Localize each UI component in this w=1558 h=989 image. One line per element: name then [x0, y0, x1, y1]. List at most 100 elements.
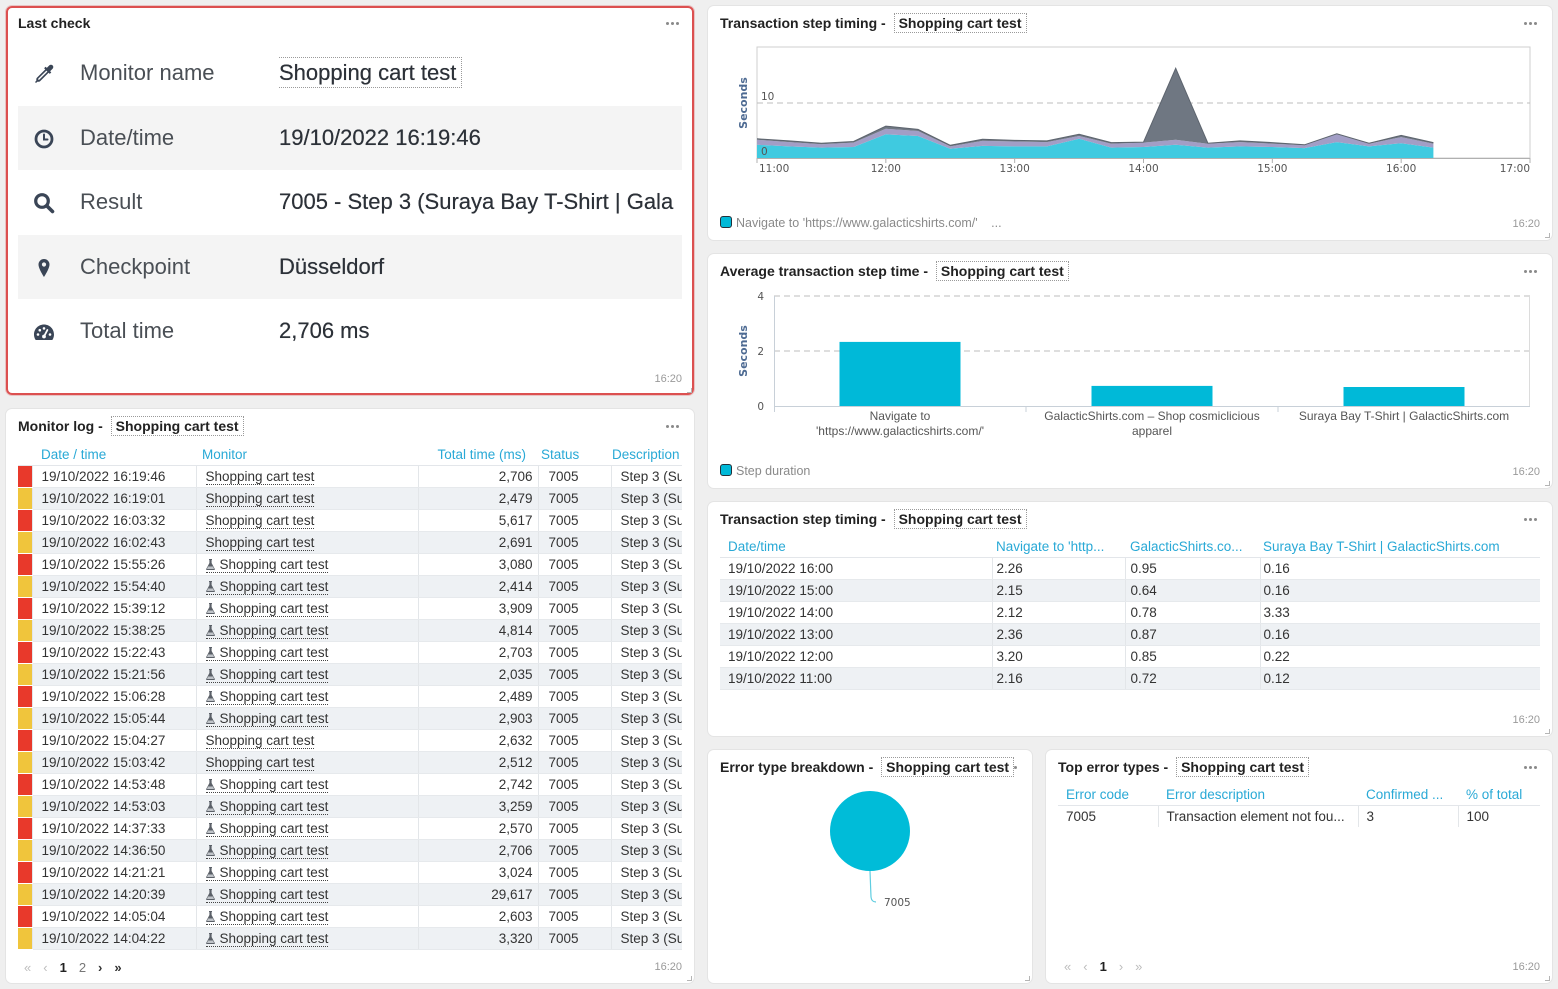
table-row[interactable]: 19/10/2022 15:55:26 Shopping cart test 3,0… — [18, 553, 682, 576]
monitor-link[interactable]: Shopping cart test — [205, 777, 329, 793]
column-header-error-description[interactable]: Error description — [1158, 784, 1358, 806]
monitor-link[interactable]: Shopping cart test — [205, 491, 315, 507]
bar[interactable] — [1343, 387, 1465, 406]
more-options-icon[interactable] — [1524, 766, 1538, 770]
table-row[interactable]: 19/10/2022 15:03:42 Shopping cart test 2,5… — [18, 751, 682, 774]
column-header-status[interactable]: Status — [538, 444, 611, 466]
bar[interactable] — [839, 341, 961, 406]
more-options-icon[interactable] — [1524, 518, 1538, 522]
step-timing-area-chart: 11:00 12:00 13:00 14:00 15:00 16:00 17:00 0 10 Se… — [737, 46, 1531, 175]
table-row[interactable]: 19/10/2022 15:04:27 Shopping cart test 2,6… — [18, 729, 682, 752]
monitor-link[interactable]: Shopping cart test — [205, 865, 329, 881]
previous-page-button[interactable]: ‹ — [43, 960, 47, 975]
table-row[interactable]: 19/10/2022 15:05:44 Shopping cart test 2,9… — [18, 707, 682, 730]
monitor-link[interactable]: Shopping cart test — [205, 645, 329, 661]
resize-handle[interactable] — [1545, 729, 1550, 734]
chart-legend[interactable]: Navigate to 'https://www.galacticshirts.… — [720, 216, 1002, 230]
chart-legend[interactable]: Step duration — [720, 464, 810, 478]
monitor-link[interactable]: Shopping cart test — [205, 711, 329, 727]
previous-page-button[interactable]: ‹ — [1083, 959, 1087, 974]
table-row[interactable]: 19/10/2022 15:39:12 Shopping cart test 3,9… — [18, 597, 682, 620]
table-row[interactable]: 19/10/2022 15:22:43 Shopping cart test 2,7… — [18, 641, 682, 664]
column-header-confirmed[interactable]: Confirmed ... — [1358, 784, 1458, 806]
monitor-link[interactable]: Shopping cart test — [205, 535, 315, 551]
table-row[interactable]: 19/10/2022 14:20:39 Shopping cart test 29,… — [18, 883, 682, 906]
first-page-button[interactable]: « — [1064, 959, 1071, 974]
column-header-suraya-bay[interactable]: Suraya Bay T-Shirt | GalacticShirts.com — [1260, 536, 1540, 558]
monitor-link[interactable]: Shopping cart test — [205, 887, 329, 903]
resize-handle[interactable] — [1545, 976, 1550, 981]
monitor-link[interactable]: Shopping cart test — [205, 733, 315, 749]
monitor-link[interactable]: Shopping cart test — [205, 799, 329, 815]
status-cell: 7005 — [537, 553, 611, 576]
table-row[interactable]: 19/10/2022 15:38:25 Shopping cart test 4,8… — [18, 619, 682, 642]
page-1-button[interactable]: 1 — [1100, 959, 1107, 974]
monitor-link[interactable]: Shopping cart test — [205, 843, 329, 859]
status-cell: 7005 — [537, 641, 611, 664]
bar[interactable] — [1091, 385, 1213, 406]
monitor-link[interactable]: Shopping cart test — [205, 755, 315, 771]
monitor-link[interactable]: Shopping cart test — [205, 579, 329, 595]
monitor-link[interactable]: Shopping cart test — [205, 513, 315, 529]
column-header-description[interactable]: Description — [611, 444, 682, 466]
table-row[interactable]: 19/10/2022 14:05:04 Shopping cart test 2,6… — [18, 905, 682, 928]
page-2-button[interactable]: 2 — [79, 960, 86, 975]
monitor-link[interactable]: Shopping cart test — [205, 557, 329, 573]
table-row[interactable]: 19/10/2022 16:03:32 Shopping cart test 5,6… — [18, 509, 682, 532]
monitor-name-link[interactable]: Shopping cart test — [1176, 757, 1309, 777]
monitor-name-link[interactable]: Shopping cart test — [279, 57, 463, 88]
table-row[interactable]: 19/10/2022 14:37:33 Shopping cart test 2,5… — [18, 817, 682, 840]
severity-indicator — [18, 839, 32, 862]
monitor-link[interactable]: Shopping cart test — [205, 601, 329, 617]
monitor-name-link[interactable]: Shopping cart test — [893, 509, 1027, 529]
table-row[interactable]: 19/10/2022 14:53:48 Shopping cart test 2,7… — [18, 773, 682, 796]
table-row[interactable]: 19/10/2022 14:53:03 Shopping cart test 3,2… — [18, 795, 682, 818]
column-header-galacticshirts[interactable]: GalacticShirts.co... — [1125, 536, 1260, 558]
resize-handle[interactable] — [1545, 481, 1550, 486]
table-row[interactable]: 19/10/2022 15:06:28 Shopping cart test 2,4… — [18, 685, 682, 708]
column-header-error-code[interactable]: Error code — [1058, 784, 1158, 806]
more-options-icon[interactable] — [666, 22, 680, 26]
monitor-link[interactable]: Shopping cart test — [205, 689, 329, 705]
legend-more[interactable]: ... — [991, 216, 1001, 230]
monitor-link[interactable]: Shopping cart test — [205, 667, 329, 683]
resize-handle[interactable] — [1545, 233, 1550, 238]
column-header-percent-total[interactable]: % of total — [1458, 784, 1540, 806]
monitor-link[interactable]: Shopping cart test — [205, 909, 329, 925]
resize-handle[interactable] — [687, 388, 692, 393]
column-header-datetime[interactable]: Date / time — [32, 444, 196, 466]
monitor-link[interactable]: Shopping cart test — [205, 623, 329, 639]
page-1-button[interactable]: 1 — [60, 960, 67, 975]
column-header-monitor[interactable]: Monitor — [196, 444, 418, 466]
description-cell: Step 3 (Su — [610, 597, 682, 620]
column-header-total-time[interactable]: Total time (ms) — [418, 444, 538, 466]
total-time-cell: 3,080 — [417, 553, 538, 576]
more-options-icon[interactable] — [666, 425, 680, 429]
table-row[interactable]: 19/10/2022 16:02:43 Shopping cart test 2,6… — [18, 531, 682, 554]
table-row: 19/10/2022 14:00 2.12 0.78 3.33 — [720, 601, 1540, 624]
pie-slice[interactable] — [830, 791, 910, 871]
monitor-name-link[interactable]: Shopping cart test — [110, 416, 244, 436]
table-row[interactable]: 19/10/2022 14:04:22 Shopping cart test 3,3… — [18, 927, 682, 950]
area-series-3[interactable] — [757, 68, 1434, 147]
table-row[interactable]: 7005 Transaction element not fou... 3 100 — [1058, 805, 1540, 827]
table-row[interactable]: 19/10/2022 16:19:01 Shopping cart test 2,4… — [18, 487, 682, 510]
column-header-datetime[interactable]: Date/time — [720, 536, 992, 558]
next-page-button[interactable]: › — [98, 960, 102, 975]
total-time-cell: 2,691 — [417, 531, 538, 554]
table-row[interactable]: 19/10/2022 15:54:40 Shopping cart test 2,4… — [18, 575, 682, 598]
last-page-button[interactable]: » — [1135, 959, 1142, 974]
table-row[interactable]: 19/10/2022 16:19:46 Shopping cart test 2,7… — [18, 465, 682, 488]
first-page-button[interactable]: « — [24, 960, 31, 975]
resize-handle[interactable] — [687, 976, 692, 981]
table-row[interactable]: 19/10/2022 14:21:21 Shopping cart test 3,0… — [18, 861, 682, 884]
resize-handle[interactable] — [1025, 976, 1030, 981]
last-page-button[interactable]: » — [114, 960, 121, 975]
table-row[interactable]: 19/10/2022 15:21:56 Shopping cart test 2,0… — [18, 663, 682, 686]
monitor-link[interactable]: Shopping cart test — [205, 821, 329, 837]
table-row[interactable]: 19/10/2022 14:36:50 Shopping cart test 2,7… — [18, 839, 682, 862]
monitor-link[interactable]: Shopping cart test — [205, 931, 329, 947]
next-page-button[interactable]: › — [1119, 959, 1123, 974]
monitor-link[interactable]: Shopping cart test — [205, 469, 315, 485]
column-header-navigate[interactable]: Navigate to 'http... — [992, 536, 1125, 558]
